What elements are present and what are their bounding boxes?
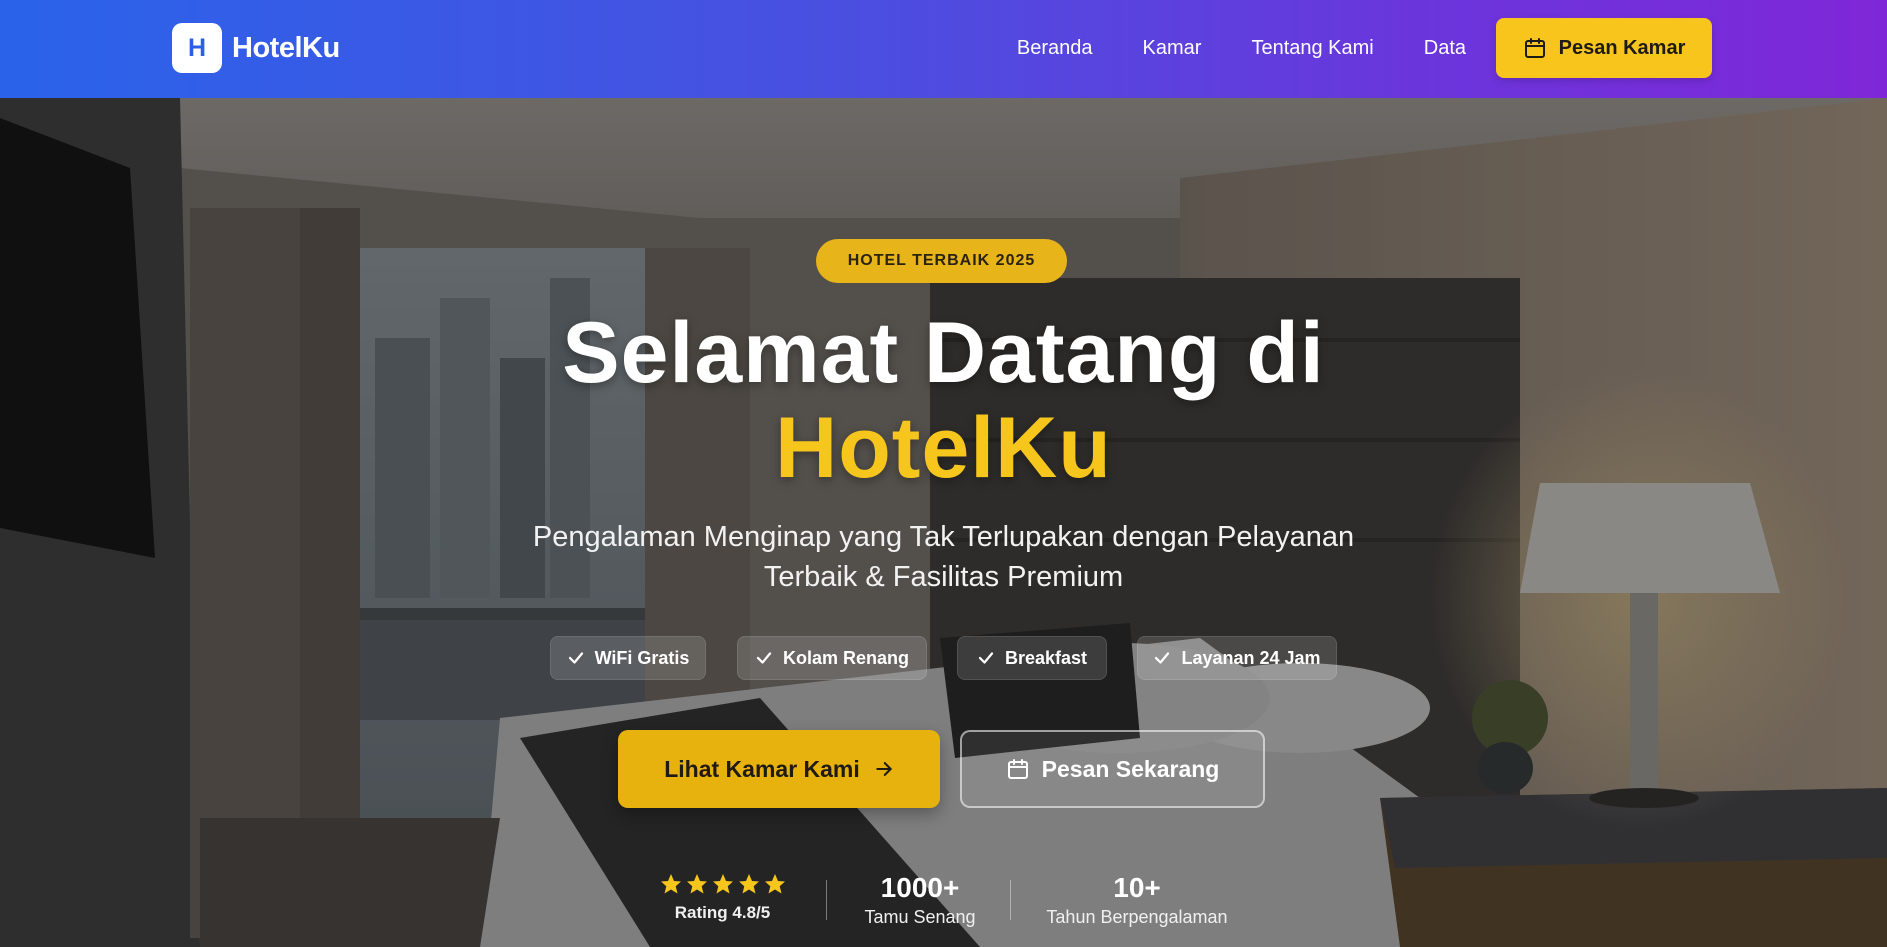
arrow-right-icon — [876, 762, 892, 776]
hero-title-brand: HotelKu — [775, 400, 1112, 496]
pesan-kamar-label: Pesan Kamar — [1558, 36, 1686, 59]
top-navbar: H HotelKu Beranda Kamar Tentang Kami Dat… — [0, 0, 1887, 98]
lihat-kamar-button[interactable]: Lihat Kamar Kami — [618, 730, 940, 808]
brand-name[interactable]: HotelKu — [232, 32, 340, 65]
pesan-kamar-button[interactable]: Pesan Kamar — [1496, 18, 1712, 78]
rating-label: Rating 4.8/5 — [674, 903, 771, 922]
check-icon — [1155, 652, 1170, 664]
years-label: Tahun Berpengalaman — [1046, 907, 1228, 927]
calendar-icon — [1524, 38, 1545, 58]
stats-divider — [1010, 880, 1011, 920]
pesan-sekarang-label: Pesan Sekarang — [1041, 755, 1220, 782]
brand[interactable]: H HotelKu — [172, 23, 340, 73]
hero-subtitle-line2: Terbaik & Fasilitas Premium — [763, 561, 1124, 593]
stats-divider — [826, 880, 827, 920]
star-icon — [738, 874, 759, 894]
brand-logo[interactable]: H — [172, 23, 222, 73]
star-icon — [660, 874, 681, 894]
feature-label: WiFi Gratis — [594, 647, 690, 668]
pesan-sekarang-button[interactable]: Pesan Sekarang — [960, 730, 1265, 808]
hero-subtitle-line1: Pengalaman Menginap yang Tak Terlupakan … — [532, 521, 1355, 553]
check-icon — [568, 652, 583, 664]
calendar-icon — [1007, 759, 1028, 779]
nav-link-kamar[interactable]: Kamar — [1143, 37, 1202, 60]
hero-badge: HOTEL TERBAIK 2025 — [816, 239, 1067, 283]
lihat-kamar-label: Lihat Kamar Kami — [664, 755, 860, 782]
feature-label: Kolam Renang — [782, 647, 910, 668]
nav-links: Beranda Kamar Tentang Kami Data Pesan Ka… — [1017, 18, 1712, 78]
nav-link-tentang-kami[interactable]: Tentang Kami — [1251, 37, 1373, 60]
feature-label: Breakfast — [1004, 647, 1088, 668]
feature-label: Layanan 24 Jam — [1181, 647, 1321, 668]
check-icon — [978, 652, 994, 664]
hero-section: HOTEL TERBAIK 2025 Selamat Datang di Hot… — [0, 98, 1887, 947]
star-icon — [712, 874, 733, 894]
years-value: 10+ — [1113, 872, 1161, 903]
feature-chip-breakfast: Breakfast — [957, 636, 1107, 680]
rating-stars — [650, 872, 795, 896]
guests-label: Tamu Senang — [864, 907, 976, 927]
stat-years: 10+ Tahun Berpengalaman — [1040, 872, 1234, 928]
nav-link-data[interactable]: Data — [1424, 37, 1466, 60]
star-icon — [686, 874, 707, 894]
feature-chip-kolam-renang: Kolam Renang — [737, 636, 927, 680]
hero-subtitle: Pengalaman Menginap yang Tak Terlupakan … — [520, 517, 1367, 597]
hero-stats: Rating 4.8/5 1000+ Tamu Senang 10+ Tahun… — [0, 872, 1887, 942]
nav-link-beranda[interactable]: Beranda — [1017, 37, 1093, 60]
stat-rating: Rating 4.8/5 — [650, 872, 795, 924]
star-icon — [764, 874, 785, 894]
hero-title: Selamat Datang di — [562, 305, 1325, 401]
feature-chip-wifi: WiFi Gratis — [550, 636, 706, 680]
feature-chip-layanan-24-jam: Layanan 24 Jam — [1137, 636, 1337, 680]
check-icon — [756, 652, 772, 664]
stat-guests: 1000+ Tamu Senang — [855, 872, 985, 928]
guests-value: 1000+ — [880, 872, 960, 903]
